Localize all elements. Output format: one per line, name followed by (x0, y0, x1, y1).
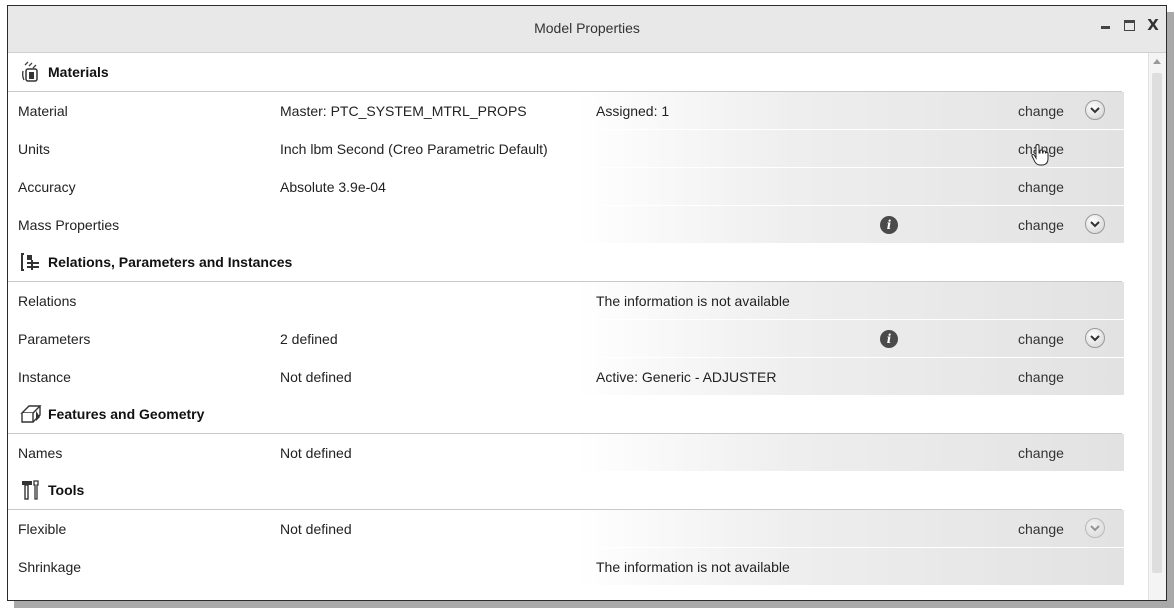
section-materials-header: Materials (8, 53, 1122, 92)
property-value: Inch lbm Second (Creo Parametric Default… (280, 140, 548, 157)
property-value: Not defined (280, 368, 352, 385)
expand-button[interactable] (1085, 328, 1105, 348)
property-label: Units (18, 140, 50, 157)
model-properties-window: Model Properties X Materials Material Ma (7, 5, 1167, 601)
maximize-icon (1123, 19, 1135, 31)
materials-icon (20, 61, 42, 83)
property-extra: The information is not available (596, 558, 790, 575)
property-label: Instance (18, 368, 71, 385)
property-label: Parameters (18, 330, 91, 347)
expand-button[interactable] (1085, 518, 1105, 538)
property-extra: Assigned: 1 (596, 102, 670, 119)
change-link[interactable]: change (1018, 521, 1064, 537)
row-parameters: Parameters 2 defined i change (8, 320, 1142, 357)
property-value: 2 defined (280, 330, 338, 347)
expand-button[interactable] (1085, 100, 1105, 120)
maximize-button[interactable] (1122, 18, 1136, 32)
change-link[interactable]: change (1018, 369, 1064, 385)
property-label: Relations (18, 292, 77, 309)
row-units: Units Inch lbm Second (Creo Parametric D… (8, 130, 1142, 167)
info-icon: i (880, 330, 898, 348)
property-extra: Active: Generic - ADJUSTER (596, 368, 777, 385)
section-tools-header: Tools (8, 471, 1122, 510)
row-mass-properties: Mass Properties i change (8, 206, 1142, 243)
section-relations-title: Relations, Parameters and Instances (48, 254, 293, 270)
hand-cursor-icon (1031, 143, 1049, 169)
row-names: Names Not defined change (8, 434, 1142, 471)
row-flexible: Flexible Not defined change (8, 510, 1142, 547)
chevron-down-icon (1085, 518, 1105, 538)
row-accuracy: Accuracy Absolute 3.9e-04 change (8, 168, 1142, 205)
row-shrinkage: Shrinkage The information is not availab… (8, 548, 1142, 585)
window-controls: X (1098, 16, 1160, 34)
scroll-thumb[interactable] (1152, 73, 1162, 573)
property-label: Names (18, 444, 63, 461)
vertical-scrollbar[interactable] (1148, 53, 1166, 600)
section-materials-title: Materials (48, 64, 109, 80)
property-label: Mass Properties (18, 216, 120, 233)
row-relations: Relations The information is not availab… (8, 282, 1142, 319)
properties-content: Materials Material Master: PTC_SYSTEM_MT… (8, 53, 1142, 600)
property-extra: The information is not available (596, 292, 790, 309)
section-relations-header: Relations, Parameters and Instances (8, 243, 1122, 282)
change-link[interactable]: change (1018, 103, 1064, 119)
expand-button[interactable] (1085, 214, 1105, 234)
row-material: Material Master: PTC_SYSTEM_MTRL_PROPS A… (8, 92, 1142, 129)
window-title: Model Properties (534, 20, 640, 36)
change-link[interactable]: change (1018, 331, 1064, 347)
close-button[interactable]: X (1146, 16, 1160, 34)
section-features-title: Features and Geometry (48, 406, 205, 422)
property-value: Master: PTC_SYSTEM_MTRL_PROPS (280, 102, 527, 119)
info-button[interactable]: i (880, 216, 898, 234)
scroll-up-icon[interactable] (1153, 59, 1161, 64)
info-icon: i (880, 216, 898, 234)
change-link[interactable]: change (1018, 217, 1064, 233)
title-bar[interactable]: Model Properties X (8, 6, 1166, 53)
property-label: Shrinkage (18, 558, 82, 575)
features-geometry-icon (20, 403, 42, 425)
property-value: Not defined (280, 444, 352, 461)
change-link[interactable]: change (1018, 445, 1064, 461)
minimize-icon (1100, 25, 1110, 29)
minimize-button[interactable] (1098, 18, 1112, 32)
row-instance: Instance Not defined Active: Generic - A… (8, 358, 1142, 395)
chevron-down-icon (1085, 328, 1105, 348)
change-link[interactable]: change (1018, 179, 1064, 195)
property-label: Accuracy (18, 178, 76, 195)
property-value: Absolute 3.9e-04 (280, 178, 386, 195)
tools-icon (20, 479, 42, 501)
section-tools-title: Tools (48, 482, 85, 498)
chevron-down-icon (1085, 214, 1105, 234)
info-button[interactable]: i (880, 330, 898, 348)
property-label: Material (18, 102, 68, 119)
section-features-header: Features and Geometry (8, 395, 1122, 434)
chevron-down-icon (1085, 100, 1105, 120)
relations-icon (20, 251, 42, 273)
property-value: Not defined (280, 520, 352, 537)
property-label: Flexible (18, 520, 67, 537)
